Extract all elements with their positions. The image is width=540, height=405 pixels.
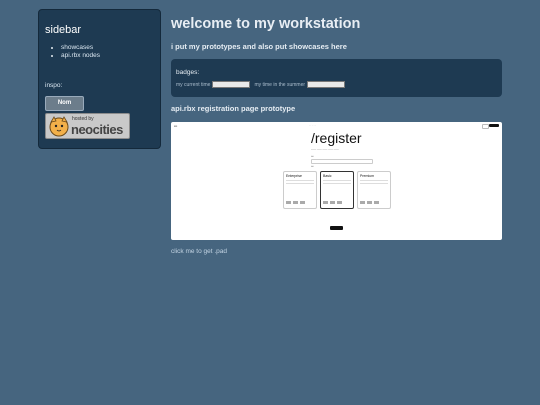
prototype-plan-name: Basic [323, 174, 332, 178]
prototype-title: api.rbx registration page prototype [171, 104, 296, 113]
sidebar-link-showcases[interactable]: showcases [61, 44, 93, 51]
prototype-field-label: ▪▪▪ [311, 165, 314, 168]
prototype-login-button [482, 124, 489, 129]
prototype-plan-line [286, 183, 314, 184]
summer-time-label: my time in the summer [254, 81, 306, 88]
prototype-plan-line [286, 180, 314, 181]
prototype-register-subtext: —— —— —— —— —— [311, 148, 339, 151]
prototype-plan-line [360, 180, 388, 181]
sidebar-list-item: showcases [61, 44, 154, 52]
prototype-screenshot: ▪▪▪ · · · · · /register —— —— —— —— —— ▪… [171, 122, 502, 240]
prototype-plan-card: Basic [320, 171, 354, 209]
page-subtitle: i put my prototypes and also put showcas… [171, 42, 347, 51]
prototype-plan-line [323, 180, 351, 181]
prototype-plan-footer [360, 201, 388, 204]
prototype-plan-card: Enterprise [283, 171, 317, 209]
prototype-signup-button [489, 124, 499, 127]
badges-row: my current time my time in the summer [176, 81, 497, 88]
page-title: welcome to my workstation [171, 16, 361, 32]
sidebar-link-list: showcases api.rbx nodes [45, 44, 154, 60]
sidebar-list-item: api.rbx nodes [61, 52, 154, 60]
nom-badge-text: Nom [57, 100, 72, 106]
badges-label: badges: [176, 69, 200, 76]
prototype-plan-footer [323, 201, 351, 204]
prototype-field-label: ▪▪▪ [311, 155, 314, 158]
neocities-brand-text: neocities [71, 122, 123, 137]
prototype-plan-line [323, 183, 351, 184]
summer-time-badge [307, 81, 346, 88]
current-time-badge [212, 81, 251, 88]
pad-download-link[interactable]: click me to get .pad [171, 248, 227, 255]
cat-mascot-icon [49, 116, 69, 137]
prototype-nav-links: · · · · · [309, 124, 316, 127]
prototype-plan-card: Premium [357, 171, 391, 209]
prototype-plan-footer [286, 201, 314, 204]
prototype-plan-name: Premium [360, 174, 375, 178]
badges-panel: badges: my current time my time in the s… [171, 59, 502, 97]
sidebar-title: sidebar [45, 24, 82, 36]
sidebar-panel: sidebar showcases api.rbx nodes inspo: N… [38, 9, 161, 149]
prototype-logo: ▪▪▪ [174, 124, 178, 128]
sidebar-link-api-rbx-nodes[interactable]: api.rbx nodes [61, 52, 100, 59]
prototype-plan-line [360, 183, 388, 184]
neocities-badge[interactable]: hosted by neocities [45, 113, 130, 139]
nom-badge[interactable]: Nom [45, 96, 84, 111]
prototype-submit-button [330, 226, 343, 230]
prototype-field [311, 159, 373, 164]
inspo-label: inspo: [45, 82, 63, 89]
prototype-register-heading: /register [311, 130, 362, 146]
current-time-label: my current time [176, 81, 211, 88]
prototype-plan-name: Enterprise [286, 174, 302, 178]
